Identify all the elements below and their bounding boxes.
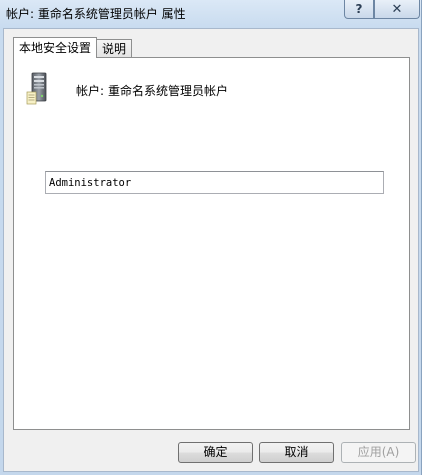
tab-local-security-setting[interactable]: 本地安全设置 xyxy=(13,37,98,58)
window-title: 帐户: 重命名系统管理员帐户 属性 xyxy=(6,7,186,21)
account-name-input[interactable] xyxy=(45,171,384,194)
dialog-body: 本地安全设置 说明 帐户: 重命名系统管理员帐户 Administrator 确… xyxy=(3,28,419,472)
policy-prefix: 帐户: xyxy=(76,84,105,98)
tab-explain[interactable]: 说明 xyxy=(96,39,133,58)
title-bar[interactable]: 帐户: 重命名系统管理员帐户 属性 ? ✕ xyxy=(0,0,422,28)
cancel-button[interactable]: 取消 xyxy=(259,442,334,463)
policy-heading: 帐户: 重命名系统管理员帐户 xyxy=(76,82,228,99)
help-button[interactable]: ? xyxy=(344,0,374,19)
tab-strip: 本地安全设置 说明 xyxy=(13,36,133,58)
server-icon xyxy=(26,72,47,105)
apply-button[interactable]: 应用(A) xyxy=(341,442,416,463)
close-button[interactable]: ✕ xyxy=(374,0,420,19)
properties-dialog: 帐户: 重命名系统管理员帐户 属性 ? ✕ 本地安全设置 说明 帐户: 重命名系… xyxy=(0,0,422,475)
policy-name: 重命名系统管理员帐户 xyxy=(108,84,229,98)
ok-button[interactable]: 确定 xyxy=(178,442,253,463)
tab-panel: 帐户: 重命名系统管理员帐户 xyxy=(13,57,410,430)
